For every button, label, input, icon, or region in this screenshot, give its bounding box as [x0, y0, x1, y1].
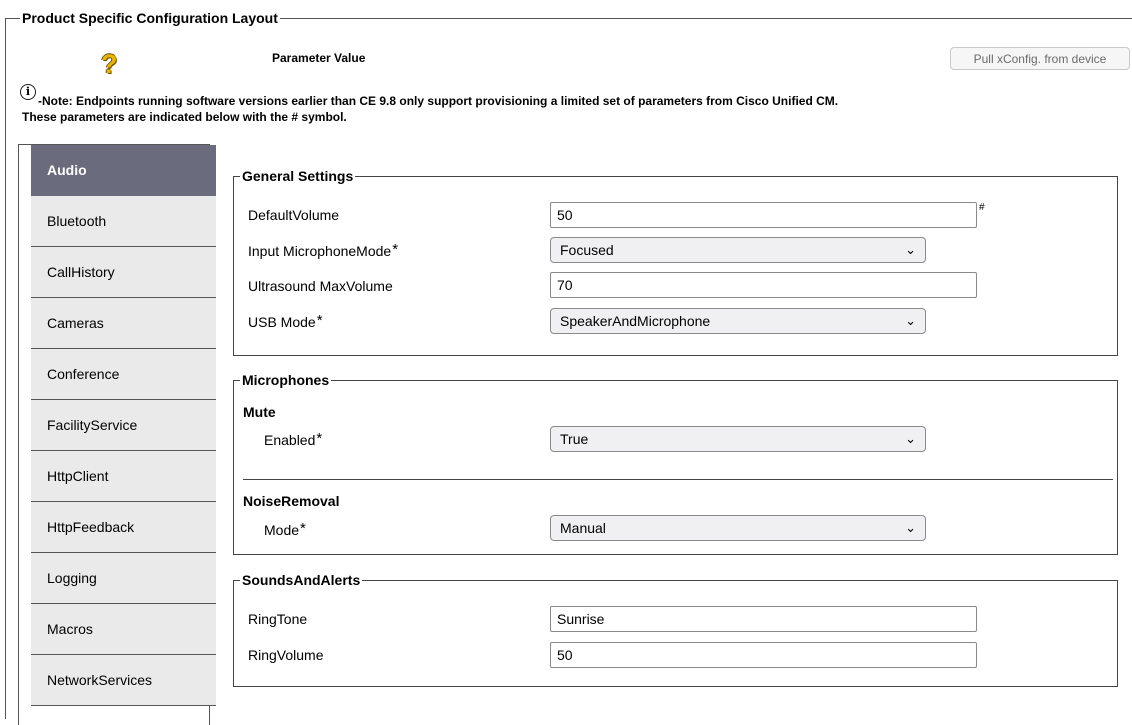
parameter-value-header: Parameter Value — [272, 51, 366, 65]
note-line-2: These parameters are indicated below wit… — [22, 110, 347, 124]
default-volume-input[interactable] — [550, 202, 977, 228]
usb-mode-label: USB Mode* — [248, 312, 323, 331]
noiseremoval-heading: NoiseRemoval — [243, 493, 340, 509]
help-question-icon[interactable]: ? — [101, 51, 118, 78]
default-volume-label: DefaultVolume — [248, 207, 340, 223]
endpoint-note: -Note: Endpoints running software versio… — [22, 93, 1127, 125]
tab-macros[interactable]: Macros — [31, 604, 216, 655]
general-settings-title: General Settings — [240, 168, 356, 184]
tab-cameras[interactable]: Cameras — [31, 298, 216, 349]
pull-xconfig-button[interactable]: Pull xConfig. from device — [950, 47, 1130, 70]
chevron-down-icon: ⌄ — [905, 520, 916, 535]
tab-bluetooth[interactable]: Bluetooth — [31, 196, 216, 247]
soundsandalerts-title: SoundsAndAlerts — [240, 572, 363, 588]
chevron-down-icon: ⌄ — [905, 313, 916, 328]
general-settings-group: General Settings DefaultVolume # Input M… — [233, 168, 1118, 356]
mute-enabled-label: Enabled* — [264, 430, 323, 449]
ringtone-label: RingTone — [248, 611, 308, 627]
mute-heading: Mute — [243, 404, 276, 420]
usb-mode-select[interactable]: SpeakerAndMicrophone ⌄ — [550, 308, 926, 334]
chevron-down-icon: ⌄ — [905, 242, 916, 257]
page-title: Product Specific Configuration Layout — [20, 10, 280, 26]
ultrasound-maxvolume-input[interactable] — [550, 272, 977, 298]
legacy-parameter-mark: # — [979, 202, 985, 213]
ultrasound-maxvolume-label: Ultrasound MaxVolume — [248, 278, 393, 294]
soundsandalerts-group: SoundsAndAlerts RingTone RingVolume — [233, 572, 1118, 687]
tab-networkservices[interactable]: NetworkServices — [31, 655, 216, 706]
tab-facilityservice[interactable]: FacilityService — [31, 400, 216, 451]
tab-httpclient[interactable]: HttpClient — [31, 451, 216, 502]
chevron-down-icon: ⌄ — [905, 431, 916, 446]
tab-callhistory[interactable]: CallHistory — [31, 247, 216, 298]
note-line-1: -Note: Endpoints running software versio… — [38, 94, 839, 108]
category-tabs-panel: Audio Bluetooth CallHistory Cameras Conf… — [18, 144, 216, 725]
ringvolume-label: RingVolume — [248, 647, 324, 663]
microphone-mode-label: Input MicrophoneMode* — [248, 241, 399, 260]
mute-enabled-select[interactable]: True ⌄ — [550, 426, 926, 452]
ringvolume-input[interactable] — [550, 642, 977, 668]
tab-audio[interactable]: Audio — [31, 145, 216, 196]
tab-conference[interactable]: Conference — [31, 349, 216, 400]
ringtone-input[interactable] — [550, 606, 977, 632]
microphones-group: Microphones Mute Enabled* True ⌄ NoiseRem… — [233, 372, 1118, 555]
noiseremoval-mode-select[interactable]: Manual ⌄ — [550, 515, 926, 541]
section-divider — [243, 479, 1113, 480]
tab-httpfeedback[interactable]: HttpFeedback — [31, 502, 216, 553]
tab-logging[interactable]: Logging — [31, 553, 216, 604]
microphones-title: Microphones — [240, 372, 332, 388]
noiseremoval-mode-label: Mode* — [264, 520, 306, 539]
microphone-mode-select[interactable]: Focused ⌄ — [550, 237, 926, 263]
